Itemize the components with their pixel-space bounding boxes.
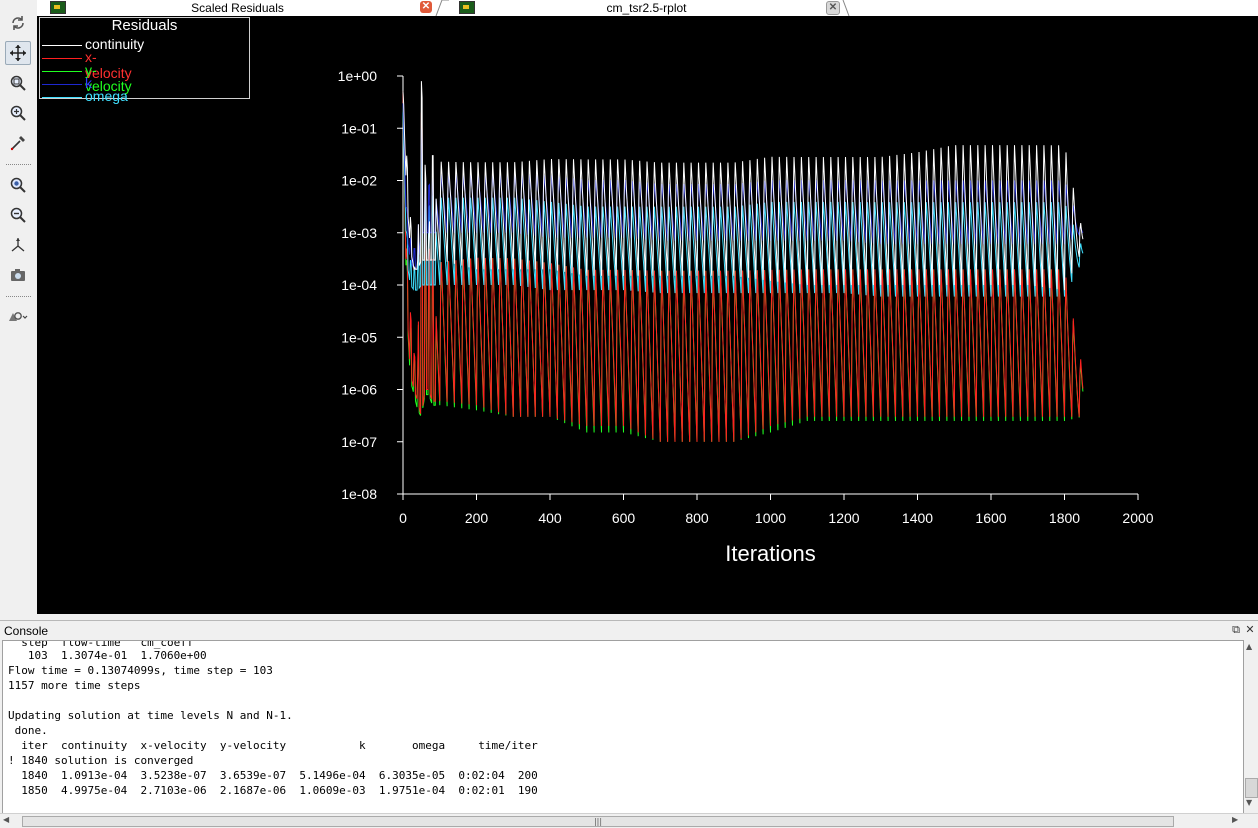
x-tick-label: 800 — [685, 510, 709, 526]
residuals-chart: 1e+00 1e-01 1e-02 1e-03 1e-04 1e-05 1e-06 1e-07… — [338, 68, 1154, 566]
console-line: Flow time = 0.13074099s, time step = 103 — [8, 664, 273, 677]
console-line: 1850 4.9975e-04 2.7103e-06 2.1687e-06 1.… — [8, 784, 538, 797]
legend-swatch — [42, 97, 82, 98]
scroll-left-icon[interactable]: ◀ — [3, 815, 9, 824]
legend-swatch — [42, 58, 82, 59]
residuals-plot[interactable]: 1e+00 1e-01 1e-02 1e-03 1e-04 1e-05 1e-06 1e-07… — [37, 16, 1258, 614]
console-header: Console ⧉ ✕ — [0, 620, 1258, 641]
x-tick-label: 1800 — [1049, 510, 1080, 526]
x-tick-label: 1400 — [902, 510, 933, 526]
x-tick-label: 1600 — [975, 510, 1006, 526]
x-tick-label: 400 — [538, 510, 562, 526]
refresh-icon[interactable] — [5, 11, 31, 35]
tab-label: cm_tsr2.5-rplot — [606, 1, 687, 15]
scroll-up-icon[interactable]: ▲ — [1246, 642, 1252, 651]
y-tick-label: 1e-06 — [341, 382, 377, 398]
axes-icon[interactable] — [5, 233, 31, 257]
view-options-icon[interactable] — [5, 305, 31, 329]
tab-divider — [435, 0, 449, 16]
y-tick-label: 1e-01 — [341, 120, 377, 136]
legend-title: Residuals — [111, 17, 178, 34]
toolbar-separator — [6, 164, 31, 165]
console-line: 1840 1.0913e-04 3.5238e-07 3.6539e-07 5.… — [8, 769, 538, 782]
x-tick-label: 1000 — [755, 510, 786, 526]
x-tick-label: 2000 — [1122, 510, 1153, 526]
y-tick-label: 1e-04 — [341, 277, 377, 293]
scroll-thumb[interactable] — [1245, 778, 1258, 798]
tab-strip: Scaled Residuals ✕ cm_tsr2.5-rplot ✕ — [37, 0, 1258, 16]
zoom-in-icon[interactable] — [5, 173, 31, 197]
x-tick-label: 600 — [612, 510, 636, 526]
y-tick-label: 1e-02 — [341, 173, 377, 189]
x-tick-label: 1200 — [828, 510, 859, 526]
zoom-out-icon[interactable] — [5, 203, 31, 227]
tab-label: Scaled Residuals — [191, 1, 284, 15]
close-tab-icon[interactable]: ✕ — [826, 1, 840, 15]
zoom-fit-icon[interactable] — [5, 71, 31, 95]
console-line: 103 1.3074e-01 1.7060e+00 — [8, 649, 207, 662]
probe-icon[interactable] — [5, 131, 31, 155]
y-tick-label: 1e-03 — [341, 225, 377, 241]
legend-swatch — [42, 84, 82, 85]
restore-icon[interactable]: ⧉ — [1230, 624, 1242, 636]
console-line: Updating solution at time levels N and N… — [8, 709, 293, 722]
console-title: Console — [4, 624, 49, 638]
console-line: iter continuity x-velocity y-velocity k … — [8, 739, 538, 752]
console-line: 1157 more time steps — [8, 679, 141, 692]
tab-rplot[interactable]: cm_tsr2.5-rplot ✕ — [449, 0, 844, 16]
close-icon[interactable]: ✕ — [1244, 624, 1256, 636]
x-axis-label: Iterations — [725, 541, 816, 566]
scroll-thumb[interactable]: ||| — [22, 816, 1174, 827]
y-tick-label: 1e-08 — [341, 486, 377, 502]
x-tick-label: 200 — [465, 510, 489, 526]
console-horizontal-scrollbar[interactable]: ◀ ||| ▶ — [0, 813, 1258, 828]
graphics-toolbar — [0, 0, 38, 614]
console-line: ! 1840 solution is converged — [8, 754, 194, 767]
y-tick-label: 1e-05 — [341, 329, 377, 345]
console-output[interactable]: step flow-time cm_coeff 103 1.3074e-01 1… — [2, 640, 1244, 814]
close-tab-icon[interactable]: ✕ — [420, 1, 432, 13]
camera-icon[interactable] — [5, 263, 31, 287]
legend: Residuals continuity x-velocity y-veloci… — [39, 17, 250, 104]
scroll-down-icon[interactable]: ▼ — [1246, 798, 1252, 807]
series-line-omega — [402, 112, 1084, 297]
console-vertical-scrollbar[interactable]: ▲ ▼ — [1244, 640, 1258, 813]
legend-swatch — [42, 71, 82, 72]
y-tick-label: 1e-07 — [341, 434, 377, 450]
tab-scaled-residuals[interactable]: Scaled Residuals ✕ — [40, 0, 435, 16]
console-line: done. — [8, 724, 48, 737]
scroll-right-icon[interactable]: ▶ — [1232, 815, 1238, 824]
x-tick-label: 0 — [399, 510, 407, 526]
legend-swatch — [42, 45, 82, 46]
move-icon[interactable] — [5, 41, 31, 65]
y-tick-label: 1e+00 — [338, 68, 378, 84]
zoom-box-icon[interactable] — [5, 101, 31, 125]
tab-divider — [842, 0, 850, 16]
legend-label: omega — [85, 88, 128, 104]
toolbar-separator — [6, 296, 31, 297]
